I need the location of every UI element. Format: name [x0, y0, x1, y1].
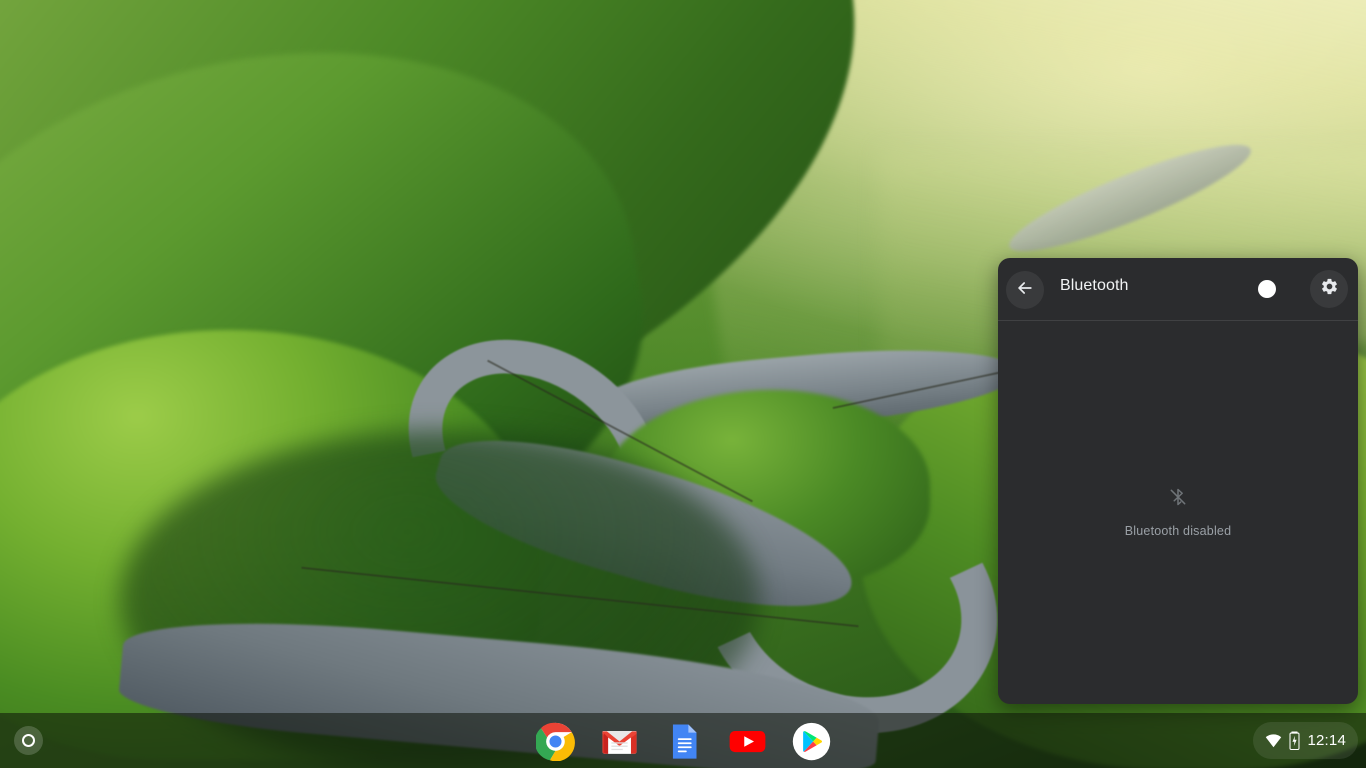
clock: 12:14 [1307, 732, 1346, 749]
back-button[interactable] [1006, 271, 1044, 309]
chrome-icon [535, 722, 575, 761]
settings-button[interactable] [1310, 270, 1348, 308]
shelf-app-chrome[interactable] [535, 722, 575, 761]
bluetooth-status-text: Bluetooth disabled [1124, 524, 1232, 538]
shelf-app-list [0, 722, 1366, 761]
shelf-app-docs[interactable] [664, 722, 703, 761]
shelf-app-youtube[interactable] [728, 722, 767, 761]
system-tray[interactable]: 12:14 [1253, 722, 1358, 759]
arrow-back-icon [1015, 278, 1035, 303]
page-title: Bluetooth [1060, 277, 1129, 294]
wifi-icon [1265, 733, 1282, 748]
gear-icon [1320, 277, 1339, 301]
shelf-app-play-store[interactable] [792, 722, 831, 761]
shelf: 12:14 [0, 713, 1366, 768]
bluetooth-toggle-knob [1258, 280, 1276, 298]
shelf-app-gmail[interactable] [600, 722, 639, 761]
youtube-icon [728, 722, 767, 761]
bluetooth-disabled-icon [1168, 487, 1188, 512]
bluetooth-panel-header: Bluetooth [998, 258, 1358, 321]
bluetooth-toggle[interactable] [1258, 280, 1292, 298]
bluetooth-panel: Bluetooth Bluetooth disabled [998, 258, 1358, 704]
battery-charging-icon [1289, 731, 1300, 750]
bluetooth-panel-body: Bluetooth disabled [998, 321, 1358, 704]
docs-icon [664, 722, 703, 761]
gmail-icon [600, 722, 639, 761]
play-store-icon [792, 722, 831, 761]
desktop: Bluetooth Bluetooth disabled 12:14 [0, 0, 1366, 768]
